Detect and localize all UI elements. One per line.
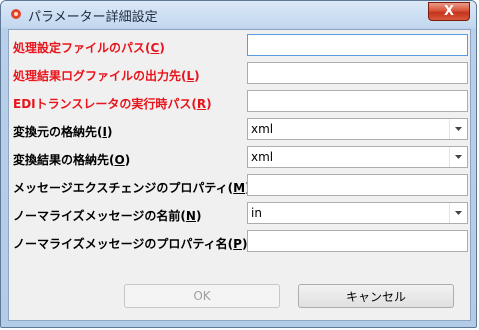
title-bar[interactable]: パラメーター詳細設定 X [1,1,476,28]
window-title: パラメーター詳細設定 [28,10,158,25]
dialog-body: 処理設定ファイルのパス(C) 処理結果ログファイルの出力先(L) EDIトランス… [8,29,471,321]
form-row-normalized-name: ノーマライズメッセージの名前(N) in [9,202,470,228]
cancel-button-label: キャンセル [345,289,406,304]
form-row-edi-path: EDIトランスレータの実行時パス(R) [9,90,470,116]
normalized-property-input[interactable] [247,230,468,252]
result-storage-select[interactable]: xml [247,146,468,168]
normalized-name-value: in [251,206,262,220]
source-storage-select[interactable]: xml [247,118,468,140]
normalized-name-label: ノーマライズメッセージの名前(N) [13,209,202,223]
chevron-down-icon[interactable] [449,147,467,167]
ok-button[interactable]: OK [124,284,280,308]
ok-button-label: OK [193,289,211,303]
form-row-config-path: 処理設定ファイルのパス(C) [9,34,470,60]
form-row-source-storage: 変換元の格納先(I) xml [9,118,470,144]
dialog-window: パラメーター詳細設定 X 処理設定ファイルのパス(C) 処理結果ログファイルの出… [0,0,477,328]
edi-path-label: EDIトランスレータの実行時パス(R) [13,97,212,111]
result-storage-label: 変換結果の格納先(O) [13,153,131,167]
close-button[interactable]: X [428,2,470,21]
log-output-input[interactable] [247,62,468,84]
form-row-exchange-property: メッセージエクスチェンジのプロパティ(M) [9,174,470,200]
exchange-property-input[interactable] [247,174,468,196]
exchange-property-label: メッセージエクスチェンジのプロパティ(M) [13,181,251,195]
form-row-result-storage: 変換結果の格納先(O) xml [9,146,470,172]
chevron-down-icon[interactable] [449,203,467,223]
config-path-label: 処理設定ファイルのパス(C) [13,41,165,55]
normalized-property-label: ノーマライズメッセージのプロパティ名(P) [13,237,248,251]
source-storage-label: 変換元の格納先(I) [13,125,113,139]
result-storage-value: xml [251,150,274,164]
source-storage-value: xml [251,122,274,136]
edi-path-input[interactable] [247,90,468,112]
form-row-normalized-property: ノーマライズメッセージのプロパティ名(P) [9,230,470,256]
log-output-label: 処理結果ログファイルの出力先(L) [13,69,200,83]
chevron-down-icon[interactable] [449,119,467,139]
normalized-name-select[interactable]: in [247,202,468,224]
close-icon: X [443,4,455,19]
app-gear-icon [11,9,21,19]
config-path-input[interactable] [247,34,468,56]
form-row-log-output: 処理結果ログファイルの出力先(L) [9,62,470,88]
cancel-button[interactable]: キャンセル [298,284,454,308]
